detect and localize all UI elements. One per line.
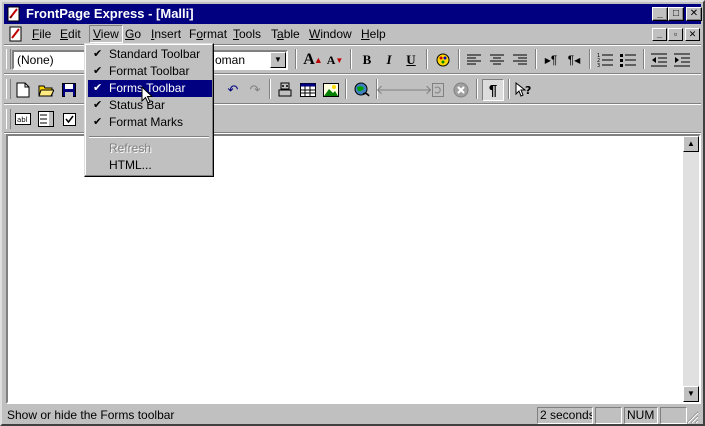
status-message: Show or hide the Forms toolbar [7, 408, 175, 422]
menu-view[interactable]: View [89, 25, 123, 43]
check-icon: ✔ [93, 116, 103, 128]
help-pointer-icon[interactable]: ? [513, 79, 535, 101]
one-line-textbox-icon[interactable]: abl [12, 108, 34, 130]
menu-tools[interactable]: Tools [233, 27, 261, 41]
bulleted-list-icon[interactable] [617, 49, 639, 71]
refresh-page-icon[interactable] [427, 79, 449, 101]
resize-grip-icon[interactable] [685, 410, 699, 424]
check-icon: ✔ [93, 65, 103, 77]
menu-help[interactable]: Help [361, 27, 386, 41]
font-value: oman [215, 53, 246, 67]
standard-toolbar-grip[interactable] [6, 79, 11, 99]
toolbar-separator [589, 49, 591, 69]
toolbar-separator [508, 79, 510, 99]
menu-table[interactable]: Table [271, 27, 300, 41]
menu-item-standard-toolbar[interactable]: ✔ Standard Toolbar [88, 46, 212, 63]
text-color-icon[interactable] [432, 49, 454, 71]
frontpage-app-icon[interactable] [7, 6, 21, 22]
decrease-font-size-icon[interactable]: A ▼ [324, 49, 346, 71]
title-bar[interactable]: FrontPage Express - [Malli] _ □ ✕ [4, 4, 702, 24]
document-icon[interactable] [9, 26, 23, 42]
toolbar-separator [269, 79, 271, 99]
minimize-button[interactable]: _ [652, 7, 668, 21]
mdi-close-button[interactable]: ✕ [685, 28, 700, 41]
show-format-marks-button[interactable]: ¶ [482, 79, 504, 101]
toolbar-separator [458, 49, 460, 69]
toolbar-separator [350, 49, 352, 69]
status-time: 2 seconds [537, 407, 593, 424]
maximize-button[interactable]: □ [668, 7, 684, 21]
format-toolbar-grip[interactable] [6, 49, 11, 69]
insert-table-icon[interactable] [297, 79, 319, 101]
hyperlink-globe-icon[interactable] [351, 79, 373, 101]
style-value: (None) [17, 53, 54, 67]
stop-icon[interactable] [450, 79, 472, 101]
mdi-minimize-button[interactable]: _ [652, 28, 667, 41]
mdi-restore-button[interactable]: ▫ [668, 28, 683, 41]
underline-button[interactable]: U [400, 49, 422, 71]
view-menu-dropdown: ✔ Standard Toolbar ✔ Format Toolbar ✔ Fo… [84, 43, 214, 177]
forms-toolbar-grip[interactable] [6, 109, 11, 129]
svg-text:?: ? [525, 84, 531, 97]
save-disk-icon[interactable] [58, 79, 80, 101]
status-bar: Show or hide the Forms toolbar 2 seconds… [4, 406, 701, 424]
status-blank-panel-2 [660, 407, 687, 424]
forward-arrow-icon[interactable]: 🡒 [398, 79, 433, 101]
webbot-component-icon[interactable] [274, 79, 296, 101]
check-icon: ✔ [93, 48, 103, 60]
menu-item-refresh[interactable]: Refresh [88, 140, 212, 157]
scroll-up-arrow-icon[interactable]: ▲ [683, 136, 699, 152]
increase-font-size-icon[interactable]: A ▲ [302, 49, 324, 71]
menu-item-format-marks[interactable]: ✔ Format Marks [88, 114, 212, 131]
bold-button[interactable]: B [356, 49, 378, 71]
scrolling-textbox-icon[interactable] [35, 108, 57, 130]
status-num: NUM [624, 407, 658, 424]
app-window: FrontPage Express - [Malli] _ □ ✕ File E… [0, 0, 705, 426]
font-combo[interactable]: oman ▼ [212, 50, 288, 70]
menu-edit[interactable]: Edit [60, 27, 81, 41]
scroll-down-arrow-icon[interactable]: ▼ [683, 386, 699, 402]
menu-item-html[interactable]: HTML... [88, 157, 212, 174]
menu-item-format-toolbar[interactable]: ✔ Format Toolbar [88, 63, 212, 80]
open-folder-icon[interactable] [35, 79, 57, 101]
close-button[interactable]: ✕ [686, 7, 702, 21]
menu-insert[interactable]: Insert [151, 27, 181, 41]
align-center-icon[interactable] [486, 49, 508, 71]
new-page-icon[interactable] [12, 79, 34, 101]
toolbar-separator [535, 49, 537, 69]
align-left-icon[interactable] [463, 49, 485, 71]
style-combo[interactable]: (None) [12, 50, 86, 70]
insert-image-icon[interactable] [320, 79, 342, 101]
vertical-scrollbar[interactable]: ▲ ▼ [683, 136, 699, 402]
check-icon: ✔ [93, 82, 103, 94]
undo-icon[interactable]: ↶ [222, 79, 244, 101]
menu-separator [89, 136, 209, 138]
redo-icon[interactable]: ↷ [244, 79, 266, 101]
toolbar-separator [476, 79, 478, 99]
check-icon: ✔ [93, 99, 103, 111]
ltr-paragraph-icon[interactable]: ▶ ¶ [540, 49, 562, 71]
increase-indent-icon[interactable] [671, 49, 693, 71]
font-dropdown-arrow[interactable]: ▼ [270, 52, 286, 68]
toolbar-separator [426, 49, 428, 69]
decrease-indent-icon[interactable] [648, 49, 670, 71]
menu-file[interactable]: File [32, 27, 51, 41]
svg-text:abl: abl [17, 116, 28, 124]
menu-format[interactable]: Format [189, 27, 227, 41]
mouse-pointer-icon [141, 86, 153, 104]
numbered-list-icon[interactable]: 123 [594, 49, 616, 71]
align-right-icon[interactable] [509, 49, 531, 71]
status-blank-panel [595, 407, 622, 424]
menu-window[interactable]: Window [309, 27, 352, 41]
menu-go[interactable]: Go [125, 27, 141, 41]
toolbar-separator [295, 49, 297, 69]
italic-button[interactable]: I [378, 49, 400, 71]
svg-text:3: 3 [597, 63, 600, 67]
menu-bar: File Edit View Go Insert Format Tools Ta… [4, 24, 701, 44]
rtl-paragraph-icon[interactable]: ¶ ◀ [563, 49, 585, 71]
toolbar-separator [345, 79, 347, 99]
window-title: FrontPage Express - [Malli] [26, 6, 194, 21]
toolbar-separator [643, 49, 645, 69]
checkbox-icon[interactable] [58, 108, 80, 130]
